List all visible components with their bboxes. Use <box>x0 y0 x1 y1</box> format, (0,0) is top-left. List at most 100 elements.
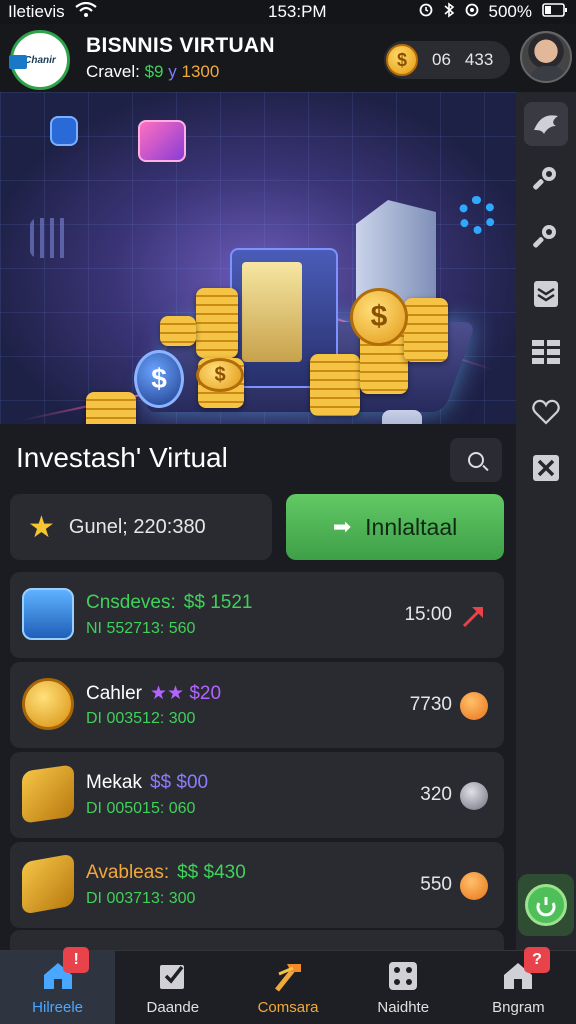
dice-icon <box>386 959 420 993</box>
battery-icon <box>542 2 568 22</box>
app-title: BISNNIS VIRTUAN <box>86 34 275 57</box>
wifi-icon <box>75 1 97 23</box>
logo-text: Chanir <box>24 54 56 66</box>
coin-value-secondary: 433 <box>464 50 494 69</box>
gold-bar-icon <box>22 764 74 824</box>
chart-bars-icon <box>30 218 70 258</box>
orange-dot-icon <box>460 872 488 900</box>
alarm-icon <box>419 2 433 22</box>
asset-price: $$ 1521 <box>183 592 253 613</box>
device-icon <box>382 410 422 424</box>
alert-badge: ? <box>524 947 551 973</box>
hero-illustration: $ $ $ $ <box>0 92 516 424</box>
asset-price: $$ $430 <box>177 862 246 883</box>
user-avatar[interactable] <box>520 31 572 83</box>
key-icon[interactable] <box>524 214 568 258</box>
asset-price: ★★ $20 <box>149 683 222 704</box>
search-icon <box>468 452 484 468</box>
asset-price: $$ $00 <box>149 772 209 793</box>
asset-sub: DI 005015: 060 <box>86 800 196 817</box>
subtitle-value: 1300 <box>181 62 220 81</box>
refresh-icon <box>525 884 567 926</box>
asset-sub: NI 552713: 560 <box>86 620 196 637</box>
coin-stack-icon <box>310 354 360 416</box>
wrench-icon[interactable] <box>524 156 568 200</box>
asset-name: Avableas: $$ $430 <box>86 862 246 884</box>
nav-item-home[interactable]: ! Hilreele <box>0 947 116 1024</box>
carrier-label: Iletievis <box>8 2 65 21</box>
location-icon <box>465 2 479 22</box>
coin-stack-icon <box>404 298 448 362</box>
asset-row[interactable]: Cnsdeves: $$ 1521 NI 552713: 560 15:00 <box>10 572 504 658</box>
subtitle-label: Cravel: <box>86 62 140 81</box>
alert-badge: ! <box>63 947 90 973</box>
heart-icon[interactable] <box>524 390 568 434</box>
server-icon <box>22 588 74 640</box>
blue-dollar-coin-icon: $ <box>134 350 184 408</box>
app-header: Chanir BISNNIS VIRTUAN Cravel: $9 y 1300… <box>0 24 576 92</box>
nav-item-bngram[interactable]: ? Bngram <box>461 947 576 1024</box>
asset-value: 15:00 <box>404 604 452 625</box>
dollar-coin-icon: $ <box>196 358 244 392</box>
grid-list-icon[interactable] <box>524 330 568 374</box>
coin-stack-icon <box>196 288 238 358</box>
arrow-right-icon: ➡ <box>332 514 352 539</box>
nav-label: Comsara <box>257 999 319 1016</box>
asset-row[interactable]: Mekak $$ $00 DI 005015: 060 320 <box>10 752 504 838</box>
asset-title: Avableas: <box>86 862 170 883</box>
search-button[interactable] <box>450 438 502 482</box>
asset-sub: DI 003512: 300 <box>86 710 196 727</box>
level-card: ★ Gunel; 220:380 <box>10 494 272 560</box>
nav-label: Daande <box>146 999 200 1016</box>
asset-name: Cnsdeves: $$ 1521 <box>86 592 252 614</box>
asset-row[interactable]: Cahler ★★ $20 DI 003512: 300 7730 <box>10 662 504 748</box>
coin-icon <box>22 678 74 730</box>
checklist-icon <box>156 959 190 993</box>
asset-title: Cahler <box>86 683 142 704</box>
coin-stack-icon <box>160 316 196 346</box>
subtitle-money: $9 <box>144 62 164 81</box>
install-button[interactable]: ➡ Innlaltaal <box>286 494 504 560</box>
coin-balance[interactable]: $ 06 433 <box>384 41 510 79</box>
gold-ingot-icon <box>22 853 74 915</box>
asset-name: Mekak $$ $00 <box>86 772 208 794</box>
install-label: Innlaltaal <box>365 513 458 540</box>
nav-label: Hilreele <box>32 999 84 1016</box>
asset-value: 320 <box>420 784 452 805</box>
section-title: Investash' Virtual <box>16 442 228 473</box>
gear-icon <box>458 196 496 234</box>
asset-value: 7730 <box>409 694 452 715</box>
asset-sub: DI 003713: 300 <box>86 890 196 907</box>
logo-badge-icon <box>9 55 27 69</box>
coin-icon: $ <box>386 44 418 76</box>
right-sidebar <box>516 92 576 950</box>
nav-label: Bngram <box>492 999 545 1016</box>
coin-stack-icon <box>86 392 136 424</box>
eagle-icon[interactable] <box>524 102 568 146</box>
refresh-button[interactable] <box>518 874 574 936</box>
level-text: Gunel; 220:380 <box>68 515 206 538</box>
nav-label: Naidhte <box>377 999 430 1016</box>
nav-item-comsara[interactable]: Comsara <box>230 951 345 1024</box>
status-bar: Iletievis 153:PM 500% <box>0 0 576 24</box>
bottom-nav: ! Hilreele Daande Comsara Naidhte ? Bngr… <box>0 947 576 1024</box>
layers-icon[interactable] <box>524 272 568 316</box>
battery-label: 500% <box>488 2 532 21</box>
asset-name: Cahler ★★ $20 <box>86 682 221 705</box>
clock: 153:PM <box>268 2 327 21</box>
floating-card-icon <box>138 120 186 162</box>
asset-title: Cnsdeves: <box>86 592 176 613</box>
nav-item-naidhte[interactable]: Naidhte <box>346 951 461 1024</box>
asset-row[interactable]: Avableas: $$ $430 DI 003713: 300 550 <box>10 842 504 928</box>
floating-card-icon <box>50 116 78 146</box>
dollar-coin-icon: $ <box>350 288 408 346</box>
hammer-icon <box>271 959 305 993</box>
asset-value: 550 <box>420 874 452 895</box>
arrow-up-right-icon <box>460 602 488 630</box>
orange-dot-icon <box>460 692 488 720</box>
nav-item-daande[interactable]: Daande <box>115 951 230 1024</box>
close-box-icon[interactable] <box>524 446 568 490</box>
app-logo[interactable]: Chanir <box>9 30 70 90</box>
bluetooth-icon <box>443 1 455 23</box>
star-icon: ★ <box>28 510 55 544</box>
